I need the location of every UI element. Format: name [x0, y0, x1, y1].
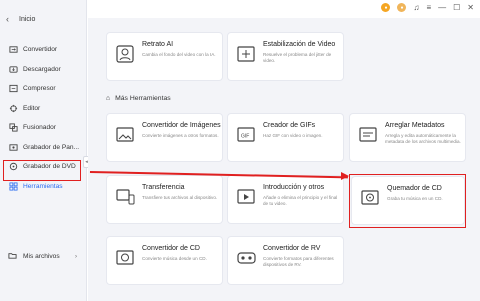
screen-record-icon [8, 142, 18, 152]
sidebar-item-fusionador[interactable]: Fusionador [4, 118, 84, 138]
card-arreglar-metadatos[interactable]: Arreglar Metadatos Arregla y edita autom… [349, 113, 466, 162]
card-convertidor-imagenes[interactable]: Convertidor de Imágenes Convierte imágen… [106, 113, 223, 162]
home-icon: ⌂ [106, 95, 111, 102]
card-convertidor-cd[interactable]: Convertidor de CD Convierte música desde… [106, 236, 223, 285]
card-creador-gifs[interactable]: GIF Creador de GIFs Haz GIF con video o … [227, 113, 344, 162]
card-title: Retrato AI [142, 41, 174, 48]
minimize-icon[interactable]: — [438, 3, 446, 12]
card-desc: Cambia el fondo del video con la IA. [142, 52, 216, 57]
sidebar-item-grabador-pantalla[interactable]: Grabador de Pan... [4, 138, 84, 158]
transfer-icon [116, 189, 135, 205]
maximize-icon[interactable]: ☐ [453, 3, 460, 12]
sidebar-item-label: Grabador de Pan... [23, 143, 80, 151]
my-files-label: Mis archivos [23, 253, 60, 260]
convert-icon [8, 45, 18, 55]
merge-icon [8, 123, 18, 133]
section-title-label: Más Herramientas [115, 95, 171, 102]
intro-outro-icon [237, 189, 255, 204]
chevron-right-icon: › [75, 253, 77, 260]
back-button[interactable]: ‹ Inicio [6, 14, 35, 24]
card-title: Introducción y otros [263, 184, 325, 191]
card-desc: Haz GIF con video o imagen. [263, 133, 323, 138]
headset-icon[interactable]: ♫ [413, 3, 419, 12]
active-item-highlight [3, 160, 81, 181]
back-label: Inicio [19, 15, 36, 23]
sidebar-item-descargador[interactable]: Descargador [4, 60, 84, 80]
svg-text:GIF: GIF [241, 134, 249, 140]
sidebar-item-label: Convertidor [23, 46, 58, 54]
stabilize-icon [237, 46, 255, 62]
folder-icon [8, 251, 17, 262]
card-convertidor-rv[interactable]: Convertidor de RV Convierte formatos par… [227, 236, 344, 285]
ai-portrait-icon [116, 45, 134, 63]
sidebar-item-label: Descargador [23, 65, 61, 73]
card-desc: Resuelve el problema del jitter de video… [263, 52, 332, 63]
sidebar-item-editor[interactable]: Editor [4, 99, 84, 119]
card-transferencia[interactable]: Transferencia Transfiere tus archivos al… [106, 175, 223, 224]
gift-icon[interactable]: ● [381, 3, 391, 12]
card-title: Estabilización de Video [263, 41, 336, 48]
card-title: Convertidor de Imágenes [142, 122, 221, 129]
card-desc: Convierte música desde un CD. [142, 256, 207, 261]
back-arrow-icon: ‹ [6, 14, 9, 24]
metadata-icon [359, 127, 377, 142]
card-desc: Arregla y edita automáticamente la metad… [385, 133, 461, 144]
card-title: Convertidor de CD [142, 245, 200, 252]
compress-icon [8, 84, 18, 94]
close-icon[interactable]: ✕ [467, 3, 474, 12]
card-desc: Añade o elimina el principio y el final … [263, 195, 338, 206]
sidebar-item-label: Compresor [23, 85, 56, 93]
title-bar-controls: ● ● ♫ ≡ — ☐ ✕ [381, 3, 474, 12]
card-desc: Convierte formatos para diferentes dispo… [263, 256, 334, 267]
tools-icon [8, 181, 18, 191]
editor-icon [8, 103, 18, 113]
sidebar-item-label: Fusionador [23, 124, 56, 132]
annotation-arrow-head [341, 172, 349, 180]
sidebar-item-convertidor[interactable]: Convertidor [4, 40, 84, 60]
card-title: Transferencia [142, 184, 185, 191]
menu-icon[interactable]: ≡ [426, 3, 431, 12]
cd-convert-icon [116, 250, 134, 265]
my-files-button[interactable]: Mis archivos › [4, 249, 80, 264]
download-icon [8, 64, 18, 74]
vr-icon [237, 252, 256, 264]
card-title: Convertidor de RV [263, 245, 321, 252]
sidebar-item-label: Herramientas [23, 182, 63, 190]
sidebar-item-label: Editor [23, 104, 41, 112]
avatar[interactable]: ● [397, 3, 407, 12]
annotation-highlight-box [349, 174, 466, 228]
card-title: Arreglar Metadatos [385, 122, 445, 129]
image-convert-icon [116, 127, 134, 142]
card-title: Creador de GIFs [263, 122, 316, 129]
card-retrato-ai[interactable]: Retrato AI Cambia el fondo del video con… [106, 32, 223, 81]
card-introduccion[interactable]: Introducción y otros Añade o elimina el … [227, 175, 344, 224]
sidebar: ‹ Inicio Convertidor Descargador Compres… [0, 0, 87, 301]
card-estabilizacion[interactable]: Estabilización de Video Resuelve el prob… [227, 32, 344, 81]
section-title: ⌂ Más Herramientas [106, 95, 171, 102]
card-desc: Convierte imágenes a otros formatos. [142, 133, 219, 138]
card-desc: Transfiere tus archivos al dispositivo. [142, 195, 218, 200]
sidebar-item-compresor[interactable]: Compresor [4, 79, 84, 99]
gif-icon: GIF [237, 127, 255, 142]
